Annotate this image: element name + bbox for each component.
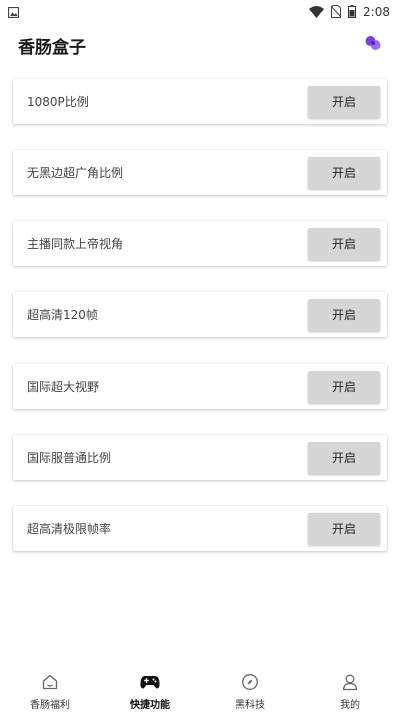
battery-icon [348,3,357,22]
status-bar: 2:08 [0,0,400,24]
nav-label: 香肠福利 [30,700,70,711]
feature-label: 1080P比例 [27,95,89,109]
enable-button[interactable]: 开启 [308,85,380,118]
enable-button[interactable]: 开启 [308,512,380,545]
bottom-nav: 香肠福利 快捷功能 黑科技 我的 [0,664,400,713]
page-title: 香肠盒子 [18,37,86,58]
home-icon [41,672,59,692]
feature-card: 主播同款上帝视角 开启 [13,221,387,266]
feature-card: 超高清120帧 开启 [13,292,387,337]
nav-label: 黑科技 [235,700,265,711]
enable-button[interactable]: 开启 [308,441,380,474]
app-header: 香肠盒子 [0,24,400,66]
feature-label: 国际超大视野 [27,380,100,394]
nav-item-black-tech[interactable]: 黑科技 [200,664,300,713]
feature-card: 国际服普通比例 开启 [13,435,387,480]
feature-label: 超高清极限帧率 [27,522,112,536]
enable-button[interactable]: 开启 [308,156,380,189]
wifi-icon [309,3,325,22]
nav-label: 快捷功能 [130,700,170,711]
feature-list: 1080P比例 开启 无黑边超广角比例 开启 主播同款上帝视角 开启 超高清12… [0,66,400,666]
feature-label: 主播同款上帝视角 [27,237,124,251]
feature-label: 国际服普通比例 [27,451,112,465]
enable-button[interactable]: 开启 [308,298,380,331]
feature-card: 国际超大视野 开启 [13,364,387,409]
gallery-notification-icon [7,3,20,22]
no-sim-icon [330,3,342,22]
nav-item-mine[interactable]: 我的 [300,664,400,713]
feature-label: 无黑边超广角比例 [27,166,124,180]
nav-item-welfare[interactable]: 香肠福利 [0,664,100,713]
nav-label: 我的 [340,700,360,711]
gamepad-icon [140,672,160,692]
feature-card: 无黑边超广角比例 开启 [13,150,387,195]
nav-item-shortcuts[interactable]: 快捷功能 [100,664,200,713]
feature-card: 超高清极限帧率 开启 [13,506,387,551]
status-time: 2:08 [363,5,390,19]
profile-icon [341,672,359,692]
enable-button[interactable]: 开启 [308,227,380,260]
palette-icon[interactable] [364,34,382,56]
enable-button[interactable]: 开启 [308,370,380,403]
compass-icon [241,672,259,692]
feature-label: 超高清120帧 [27,308,98,322]
feature-card: 1080P比例 开启 [13,79,387,124]
